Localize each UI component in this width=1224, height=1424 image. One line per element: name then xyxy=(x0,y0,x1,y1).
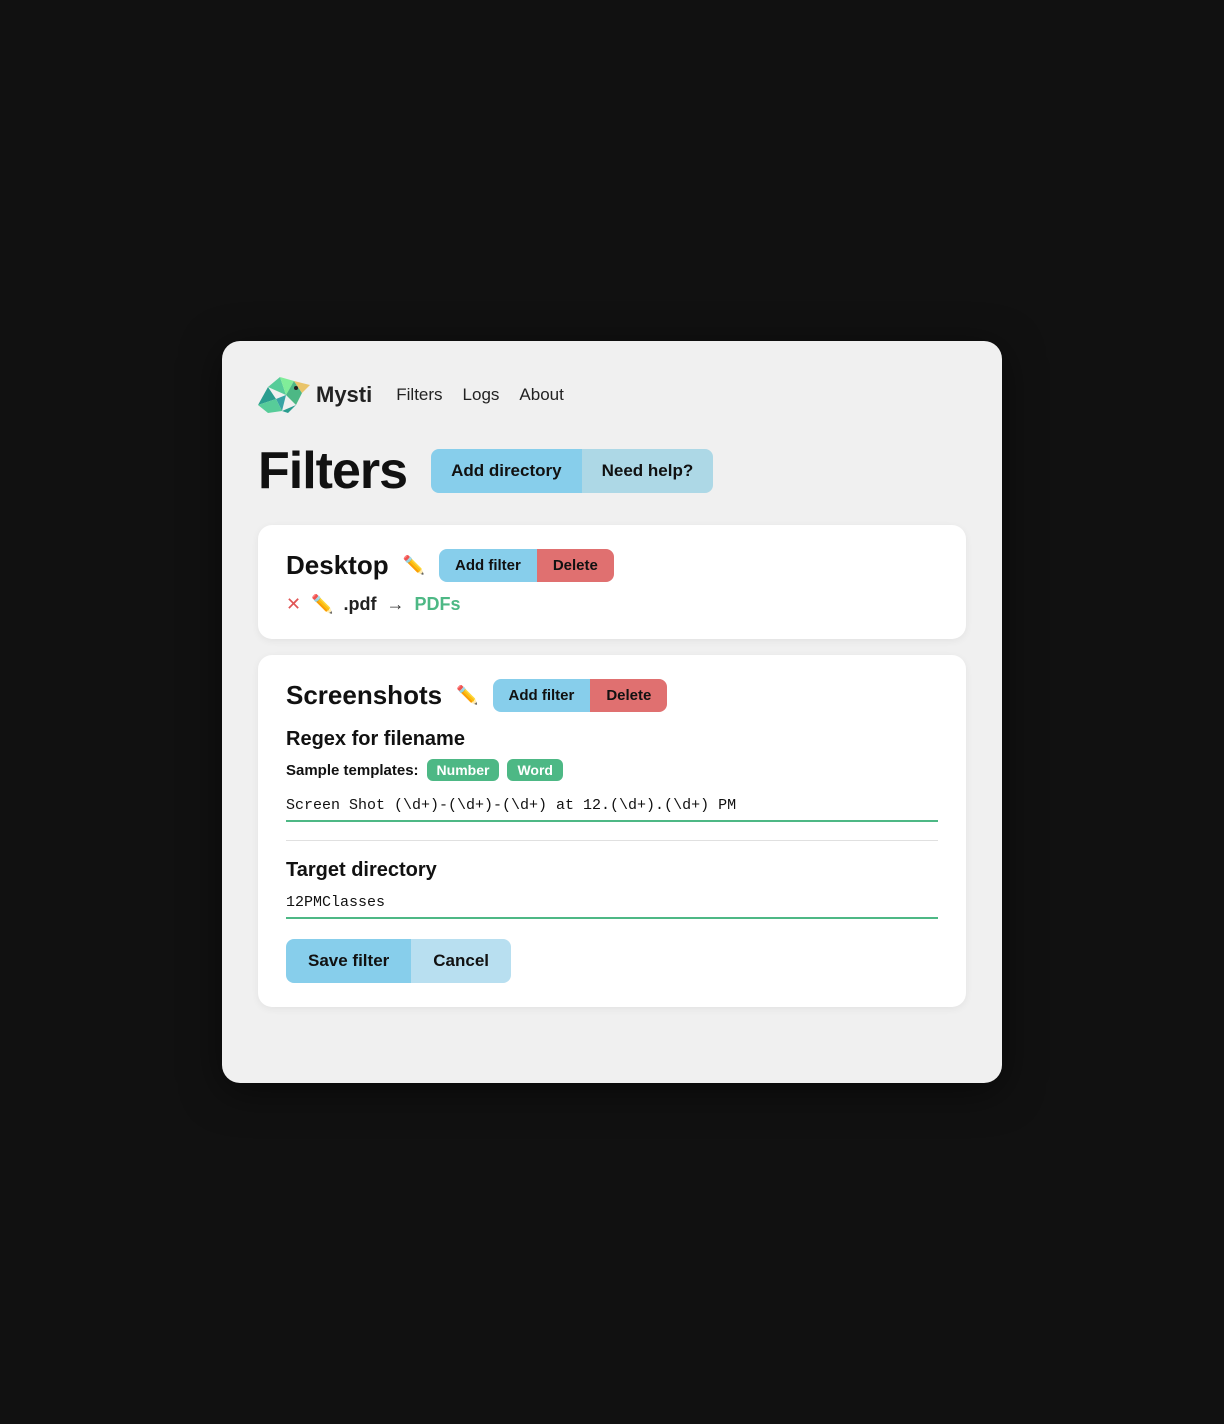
desktop-filter-dest: PDFs xyxy=(415,594,461,615)
page-header: Filters Add directory Need help? xyxy=(258,441,966,501)
desktop-filter-row: ✕ ✏️ .pdf → PDFs xyxy=(286,594,938,615)
regex-input[interactable] xyxy=(286,793,938,822)
page-title: Filters xyxy=(258,441,407,501)
nav-link-filters[interactable]: Filters xyxy=(396,385,442,405)
need-help-button[interactable]: Need help? xyxy=(582,449,714,493)
screenshots-edit-icon[interactable]: ✏️ xyxy=(456,685,478,706)
sample-templates-label: Sample templates: xyxy=(286,762,419,779)
nav-bar: Mysti Filters Logs About xyxy=(258,377,966,413)
desktop-title: Desktop xyxy=(286,550,389,581)
nav-logo: Mysti xyxy=(258,377,372,413)
save-filter-button[interactable]: Save filter xyxy=(286,939,411,983)
screenshots-section-header: Screenshots ✏️ Add filter Delete xyxy=(286,679,938,712)
screenshots-btn-group: Add filter Delete xyxy=(493,679,668,712)
desktop-filter-remove-icon[interactable]: ✕ xyxy=(286,594,301,615)
tag-word[interactable]: Word xyxy=(507,759,563,781)
desktop-card: Desktop ✏️ Add filter Delete ✕ ✏️ .pdf →… xyxy=(258,525,966,639)
desktop-filter-edit-icon[interactable]: ✏️ xyxy=(311,594,333,615)
tag-number[interactable]: Number xyxy=(427,759,500,781)
regex-divider xyxy=(286,840,938,841)
nav-link-logs[interactable]: Logs xyxy=(463,385,500,405)
desktop-delete-button[interactable]: Delete xyxy=(537,549,614,582)
screenshots-add-filter-button[interactable]: Add filter xyxy=(493,679,591,712)
logo-text: Mysti xyxy=(316,382,372,408)
logo-icon xyxy=(258,377,310,413)
nav-links: Filters Logs About xyxy=(396,385,564,405)
desktop-btn-group: Add filter Delete xyxy=(439,549,614,582)
nav-link-about[interactable]: About xyxy=(519,385,563,405)
desktop-filter-ext: .pdf xyxy=(344,594,377,615)
action-row: Save filter Cancel xyxy=(286,939,938,983)
target-directory-input[interactable] xyxy=(286,890,938,919)
screenshots-delete-button[interactable]: Delete xyxy=(590,679,667,712)
desktop-filter-arrow: → xyxy=(387,594,405,615)
desktop-add-filter-button[interactable]: Add filter xyxy=(439,549,537,582)
header-button-group: Add directory Need help? xyxy=(431,449,713,493)
sample-templates-row: Sample templates: Number Word xyxy=(286,759,938,781)
desktop-edit-icon[interactable]: ✏️ xyxy=(403,555,425,576)
cancel-button[interactable]: Cancel xyxy=(411,939,511,983)
regex-subsection: Regex for filename Sample templates: Num… xyxy=(286,728,938,822)
desktop-section-header: Desktop ✏️ Add filter Delete xyxy=(286,549,938,582)
add-directory-button[interactable]: Add directory xyxy=(431,449,582,493)
app-window: Mysti Filters Logs About Filters Add dir… xyxy=(222,341,1002,1083)
regex-subsection-title: Regex for filename xyxy=(286,728,938,751)
target-directory-subsection: Target directory xyxy=(286,859,938,919)
target-directory-title: Target directory xyxy=(286,859,938,882)
screenshots-card: Screenshots ✏️ Add filter Delete Regex f… xyxy=(258,655,966,1007)
screenshots-title: Screenshots xyxy=(286,680,442,711)
